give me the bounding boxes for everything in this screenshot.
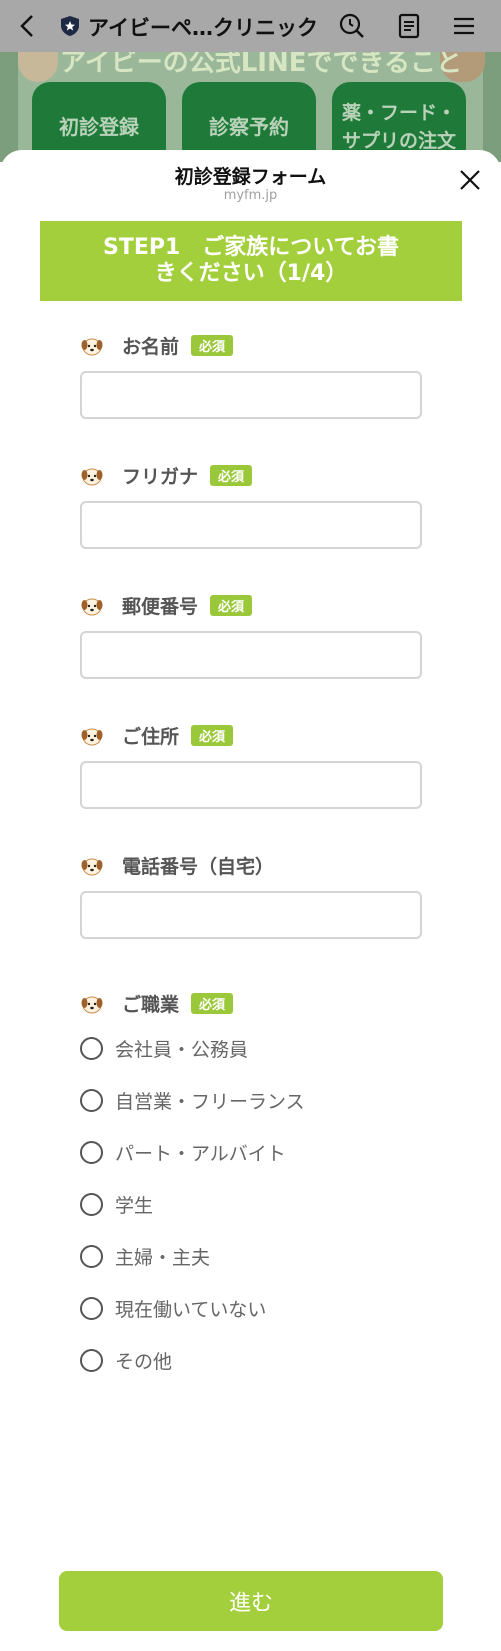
radio-label[interactable]: 会社員・公務員: [115, 1035, 248, 1062]
radio-label[interactable]: その他: [115, 1347, 172, 1374]
field-label: ご職業: [122, 994, 180, 1016]
field-label: 電話番号（自宅）: [122, 856, 275, 878]
radio-label[interactable]: 現在働いていない: [115, 1295, 266, 1322]
phone-input[interactable]: [80, 891, 422, 939]
required-badge: 必須: [210, 465, 253, 486]
address-label-row: ご住所 必須: [80, 722, 234, 749]
search-history-icon[interactable]: [338, 12, 366, 40]
page-title: アイビーペ…クリニック: [88, 16, 318, 40]
browser-bar: アイビーペ…クリニック: [0, 0, 501, 52]
occupation-option[interactable]: 会社員・公務員: [80, 1035, 248, 1062]
next-button[interactable]: 進む: [59, 1571, 443, 1631]
radio-button[interactable]: [80, 1037, 103, 1060]
required-badge: 必須: [191, 993, 234, 1014]
radio-button[interactable]: [80, 1349, 103, 1372]
radio-button[interactable]: [80, 1193, 103, 1216]
name-input[interactable]: [80, 371, 422, 419]
field-label: フリガナ: [122, 466, 199, 488]
occupation-option[interactable]: パート・アルバイト: [80, 1139, 286, 1166]
radio-label[interactable]: 学生: [115, 1191, 153, 1218]
radio-button[interactable]: [80, 1245, 103, 1268]
required-badge: 必須: [191, 725, 234, 746]
occupation-option[interactable]: その他: [80, 1347, 172, 1374]
field-label: 郵便番号: [122, 596, 199, 618]
postal-label-row: 郵便番号 必須: [80, 592, 253, 619]
occupation-option[interactable]: 自営業・フリーランス: [80, 1087, 305, 1114]
dog-icon: [81, 338, 103, 355]
radio-label[interactable]: 自営業・フリーランス: [115, 1087, 305, 1114]
sheet-title: 初診登録フォーム: [174, 166, 327, 188]
dog-icon: [81, 858, 103, 875]
radio-button[interactable]: [80, 1297, 103, 1320]
occupation-option[interactable]: 現在働いていない: [80, 1295, 266, 1322]
dog-icon: [81, 598, 103, 615]
required-badge: 必須: [191, 335, 234, 356]
postal-code-input[interactable]: [80, 631, 422, 679]
document-icon[interactable]: [395, 12, 423, 40]
menu-icon[interactable]: [450, 12, 478, 40]
address-input[interactable]: [80, 761, 422, 809]
radio-button[interactable]: [80, 1141, 103, 1164]
phone-label-row: 電話番号（自宅）: [80, 852, 274, 879]
radio-label[interactable]: パート・アルバイト: [115, 1139, 286, 1166]
occupation-option[interactable]: 学生: [80, 1191, 153, 1218]
occupation-option[interactable]: 主婦・主夫: [80, 1243, 210, 1270]
radio-label[interactable]: 主婦・主夫: [115, 1243, 210, 1270]
step-header: STEP1 ご家族についてお書 きください（1/4）: [40, 221, 462, 301]
furigana-label-row: フリガナ 必須: [80, 462, 253, 489]
occupation-label-row: ご職業 必須: [80, 990, 234, 1017]
dog-icon: [81, 996, 103, 1013]
dog-icon: [81, 468, 103, 485]
form-sheet: 初診登録フォーム myfm.jp STEP1 ご家族についてお書 きください（1…: [0, 150, 501, 1651]
required-badge: 必須: [210, 595, 253, 616]
shield-icon: [61, 16, 79, 36]
radio-button[interactable]: [80, 1089, 103, 1112]
field-label: お名前: [122, 336, 180, 358]
furigana-input[interactable]: [80, 501, 422, 549]
field-label: ご住所: [122, 726, 180, 748]
back-icon[interactable]: [14, 12, 42, 40]
name-label-row: お名前 必須: [80, 332, 234, 359]
close-icon[interactable]: [456, 166, 484, 194]
dog-icon: [81, 728, 103, 745]
background-page: アイビーの公式LINEでできること 初診登録 診察予約 薬・フード・ サプリの注…: [0, 52, 501, 162]
banner-text: アイビーの公式LINEでできること: [60, 52, 462, 78]
sheet-domain: myfm.jp: [223, 188, 278, 203]
